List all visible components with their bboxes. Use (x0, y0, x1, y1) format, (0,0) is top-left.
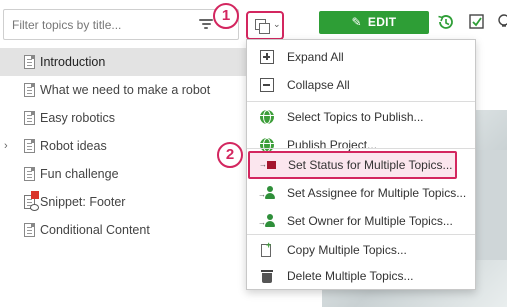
topic-label: Introduction (40, 55, 106, 69)
device-image (471, 150, 507, 260)
menu-item-set-status[interactable]: → Set Status for Multiple Topics... (248, 151, 457, 179)
expand-chevron-icon[interactable]: › (4, 132, 8, 160)
multi-topic-actions-button[interactable]: ⌄ (246, 11, 284, 40)
lightbulb-icon[interactable] (496, 13, 507, 31)
multi-topic-menu: Expand All Collapse All Select Topics to… (246, 39, 476, 290)
pencil-icon: ✎ (351, 15, 362, 29)
topic-label: Easy robotics (40, 111, 116, 125)
trash-icon (260, 269, 274, 283)
topic-label: Robot ideas (40, 139, 107, 153)
globe-icon (260, 138, 274, 152)
copy-topics-icon: + (260, 241, 274, 257)
document-icon (24, 55, 35, 69)
menu-item-set-assignee[interactable]: → Set Assignee for Multiple Topics... (247, 179, 475, 207)
menu-item-label: Set Owner for Multiple Topics... (287, 214, 453, 228)
edit-button-label: EDIT (367, 15, 397, 29)
chevron-down-icon: ⌄ (273, 19, 281, 29)
menu-item-label: Select Topics to Publish... (287, 110, 424, 124)
plus-box-icon (260, 50, 274, 64)
menu-divider (247, 148, 475, 149)
menu-item-collapse-all[interactable]: Collapse All (247, 71, 475, 99)
menu-item-label: Delete Multiple Topics... (287, 269, 414, 283)
topic-label: Conditional Content (40, 223, 150, 237)
snippet-link-icon (30, 204, 39, 211)
topic-filter: × (3, 9, 239, 40)
document-icon (24, 167, 35, 181)
document-icon (24, 83, 35, 97)
minus-box-icon (260, 78, 274, 92)
owner-icon: → (258, 214, 275, 228)
menu-item-delete-multiple[interactable]: Delete Multiple Topics... (247, 262, 475, 290)
snippet-badge-icon (31, 191, 39, 199)
topic-label: Snippet: Footer (40, 195, 126, 209)
set-status-icon: → (259, 158, 276, 172)
step-marker-2: 2 (217, 142, 243, 168)
document-icon (24, 111, 35, 125)
document-icon (24, 139, 35, 153)
copy-stack-icon-front (259, 23, 270, 34)
menu-item-expand-all[interactable]: Expand All (247, 43, 475, 71)
menu-item-label: Collapse All (287, 78, 350, 92)
assignee-icon: → (258, 186, 275, 200)
menu-item-label: Set Status for Multiple Topics... (288, 158, 453, 172)
step-marker-1: 1 (213, 3, 239, 29)
menu-item-select-topics-to-publish[interactable]: Select Topics to Publish... (247, 103, 475, 131)
menu-divider (247, 234, 475, 235)
menu-divider (247, 101, 475, 102)
checkbox-task-icon[interactable] (468, 13, 486, 31)
topic-label: Fun challenge (40, 167, 119, 181)
topic-label: What we need to make a robot (40, 83, 211, 97)
menu-item-label: Expand All (287, 50, 344, 64)
globe-icon (260, 110, 274, 124)
edit-button[interactable]: ✎ EDIT (319, 11, 429, 34)
menu-item-label: Set Assignee for Multiple Topics... (287, 186, 467, 200)
document-icon (24, 223, 35, 237)
menu-item-copy-multiple[interactable]: + Copy Multiple Topics... (247, 236, 475, 264)
menu-item-set-owner[interactable]: → Set Owner for Multiple Topics... (247, 207, 475, 235)
filter-icon[interactable] (199, 19, 213, 31)
history-icon[interactable] (436, 13, 454, 31)
menu-item-label: Copy Multiple Topics... (287, 243, 407, 257)
filter-input[interactable] (4, 10, 194, 39)
